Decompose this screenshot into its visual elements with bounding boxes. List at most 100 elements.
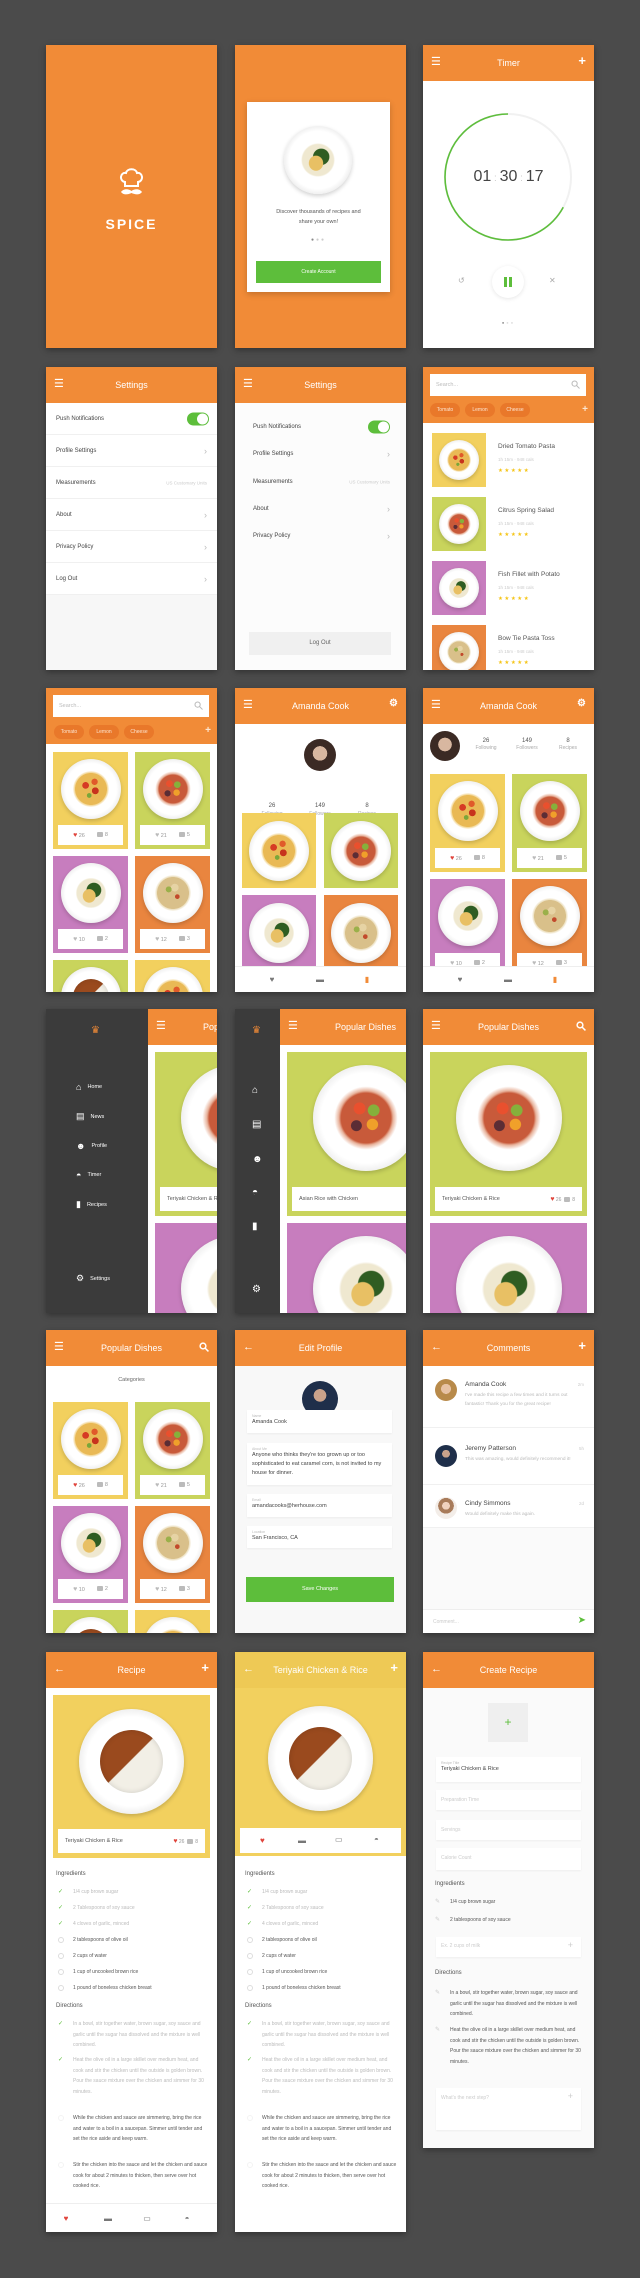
comments-tab-icon[interactable]: ▬ [316, 975, 324, 984]
ingredient-item[interactable]: ✓ 2 Tablespoons of soy sauce [58, 1903, 209, 1914]
menu-item-news[interactable]: ▤ News [76, 1111, 104, 1122]
pause-button[interactable] [492, 266, 524, 298]
home-icon[interactable]: ⌂ [252, 1085, 258, 1096]
dish-tile[interactable]: ♥ 10 2 [430, 879, 505, 977]
comment-icon[interactable] [178, 936, 185, 942]
tag-chip[interactable]: Cheese [124, 725, 154, 739]
dish-tile[interactable]: ♥ 26 8 [53, 1402, 128, 1499]
next-step-input[interactable]: What's the next step? + [436, 2088, 581, 2130]
ingredient-item[interactable]: 1 pound of boneless chicken breast [247, 1983, 398, 1994]
search-input[interactable]: Search... [430, 374, 586, 396]
menu-item-settings[interactable]: ⚙ Settings [76, 1273, 110, 1284]
tag-chip[interactable]: Tomato [430, 403, 460, 417]
profile-settings-row[interactable]: Profile Settings › [235, 440, 406, 468]
dish-tile[interactable] [53, 1610, 128, 1633]
featured-dish-card[interactable] [155, 1223, 217, 1313]
ingredient-item[interactable]: 1 pound of boneless chicken breast [58, 1983, 209, 1994]
plus-icon[interactable]: + [568, 2091, 573, 2101]
comment-icon[interactable] [96, 832, 103, 838]
stat-following[interactable]: 26 Following [466, 738, 506, 751]
calorie-count-field[interactable]: Calorie Count [436, 1848, 581, 1870]
profile-settings-row[interactable]: Profile Settings › [46, 435, 217, 467]
ingredient-item[interactable]: 2 cups of water [247, 1951, 398, 1962]
comment-icon[interactable] [96, 1586, 103, 1592]
recipe-title-field[interactable]: Recipe Title Teriyaki Chicken & Rice [436, 1757, 581, 1782]
dish-tile[interactable]: ♥ 26 8 [53, 752, 128, 849]
tag-chip[interactable]: Lemon [89, 725, 119, 739]
log-out-row[interactable]: Log Out › [46, 563, 217, 595]
comment-icon[interactable] [555, 960, 562, 966]
featured-dish-card[interactable]: Teriyaki Chicken & Rice ♥ 26 8 [430, 1052, 587, 1216]
ingredient-item[interactable]: ✓ 1/4 cup brown sugar [58, 1887, 209, 1898]
comments-tab-icon[interactable]: ▬ [504, 975, 512, 984]
tag-chip[interactable]: Lemon [465, 403, 495, 417]
gear-icon[interactable]: ⚙ [252, 1284, 261, 1295]
measurements-row[interactable]: Measurements US Customary Units [46, 467, 217, 499]
comment-icon[interactable]: ▬ [104, 2214, 112, 2223]
dish-list-item[interactable]: Citrus Spring Salad 1h 15m · 948 cals ★★… [423, 497, 594, 551]
timer-icon[interactable]: ◓ [374, 1835, 379, 1844]
dish-tile[interactable] [135, 1610, 210, 1633]
tag-chip[interactable]: Tomato [54, 725, 84, 739]
create-account-button[interactable]: Create Account [256, 261, 381, 283]
about-row[interactable]: About › [46, 499, 217, 531]
push-notifications-toggle[interactable] [187, 412, 209, 425]
about-me-field[interactable]: About Me Anyone who thinks they're too gr… [247, 1443, 392, 1485]
comment-icon[interactable] [555, 855, 562, 861]
send-icon[interactable]: ➤ [578, 1615, 586, 1626]
plus-icon[interactable]: + [578, 54, 586, 68]
dish-tile[interactable]: ♥ 21 5 [135, 752, 210, 849]
featured-dish-card[interactable]: Asian Rice with Chicken ♥ 26 8 [287, 1052, 406, 1216]
heart-icon[interactable]: ♥ [155, 936, 159, 943]
heart-icon[interactable]: ♥ [73, 936, 77, 943]
comment-icon[interactable] [473, 855, 480, 861]
ingredient-item[interactable]: ✓ 2 Tablespoons of soy sauce [247, 1903, 398, 1914]
dish-tile[interactable] [324, 813, 398, 888]
log-out-button[interactable]: Log Out [249, 632, 391, 655]
dish-tile[interactable]: ♥ 10 2 [53, 856, 128, 953]
recipes-tab-icon[interactable]: ▮ [553, 975, 557, 984]
ingredient-item[interactable]: ✓ 1/4 cup brown sugar [247, 1887, 398, 1898]
drag-handle-icon[interactable]: ✎ [435, 2025, 440, 2036]
heart-icon[interactable]: ♥ [73, 1482, 77, 1489]
recipes-tab-icon[interactable]: ▮ [365, 975, 369, 984]
dish-tile[interactable]: ♥ 21 5 [512, 774, 587, 872]
ingredient-item[interactable]: 2 tablespoons of olive oil [247, 1935, 398, 1946]
tablet-icon[interactable]: ▭ [143, 2214, 151, 2223]
dish-list-item[interactable]: Fish Fillet with Potato 1h 15m · 948 cal… [423, 561, 594, 615]
featured-dish-card[interactable] [287, 1223, 406, 1313]
heart-icon[interactable]: ♥ [155, 832, 159, 839]
direction-item[interactable]: While the chicken and sauce are simmerin… [247, 2113, 398, 2145]
ingredient-item[interactable]: ✓ 4 cloves of garlic, minced [247, 1919, 398, 1930]
dish-list-item[interactable]: Dried Tomato Pasta 1h 15m · 948 cals ★★★… [423, 433, 594, 487]
plus-icon[interactable]: + [201, 1661, 209, 1675]
dish-tile[interactable] [53, 960, 128, 992]
add-tag-icon[interactable]: + [205, 725, 211, 736]
direction-item[interactable]: Stir the chicken into the sauce and let … [247, 2160, 398, 2192]
search-icon[interactable] [199, 1342, 209, 1352]
featured-dish-card[interactable]: Teriyaki Chicken & Rice ♥ 26 8 [155, 1052, 217, 1216]
heart-icon[interactable]: ♥ [550, 1196, 554, 1203]
heart-icon[interactable]: ♥ [173, 1838, 177, 1845]
plus-icon[interactable]: + [578, 1339, 586, 1353]
direction-item[interactable]: ✓ Heat the olive oil in a large skillet o… [247, 2055, 398, 2097]
plus-icon[interactable]: + [390, 1661, 398, 1675]
dish-list-item[interactable]: Bow Tie Pasta Toss 1h 15m · 948 cals ★★★… [423, 625, 594, 670]
drag-handle-icon[interactable]: ✎ [435, 1897, 440, 1908]
gear-icon[interactable]: ⚙ [577, 697, 586, 711]
save-changes-button[interactable]: Save Changes [246, 1577, 394, 1602]
tag-chip[interactable]: Cheese [500, 403, 530, 417]
comment-input[interactable]: Comment... ➤ [423, 1609, 594, 1633]
news-icon[interactable]: ▤ [252, 1119, 261, 1130]
search-icon[interactable] [576, 1021, 586, 1031]
comment-icon[interactable] [96, 1482, 103, 1488]
privacy-policy-row[interactable]: Privacy Policy › [235, 522, 406, 550]
close-icon[interactable]: ✕ [549, 276, 556, 285]
menu-item-recipes[interactable]: ▮ Recipes [76, 1199, 107, 1210]
direction-item[interactable]: ✓ In a bowl, stir together water, brown s… [58, 2019, 209, 2051]
ingredient-item[interactable]: ✓ 4 cloves of garlic, minced [58, 1919, 209, 1930]
servings-field[interactable]: Servings [436, 1820, 581, 1840]
favorites-tab-icon[interactable]: ♥ [270, 975, 275, 984]
ingredient-item[interactable]: 2 tablespoons of olive oil [58, 1935, 209, 1946]
profile-icon[interactable]: ☻ [252, 1154, 263, 1165]
